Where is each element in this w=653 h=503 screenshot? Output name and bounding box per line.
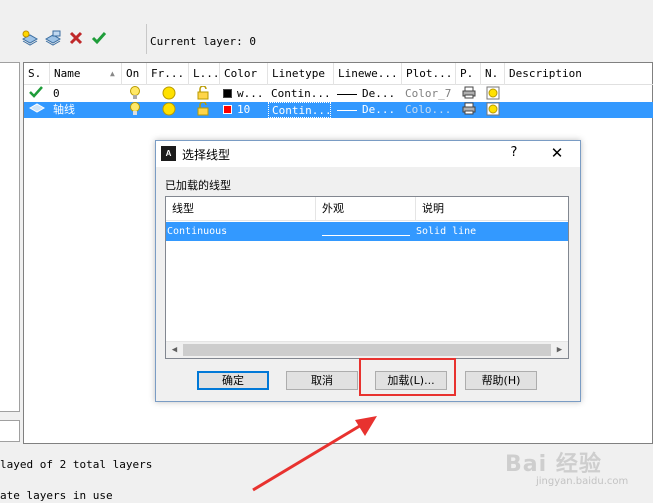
sun-thawed-icon[interactable]	[159, 102, 181, 118]
col-linetype-name[interactable]: 线型	[166, 197, 316, 221]
sun-thawed-icon[interactable]	[159, 86, 181, 102]
layer-color[interactable]: 10	[220, 102, 268, 118]
unlocked-icon[interactable]	[193, 86, 215, 102]
printer-icon[interactable]	[459, 102, 479, 118]
col-plot[interactable]: P.	[456, 63, 481, 85]
layer-icon	[26, 102, 48, 118]
layer-properties-manager: Current layer: 0 S. Name ▲ On Fr... L... …	[0, 0, 653, 503]
col-linetype[interactable]: Linetype	[268, 63, 334, 85]
linetypes-list-header: 线型 外观 说明	[166, 197, 568, 221]
lineweight-line-icon	[337, 109, 357, 111]
col-new-vp-freeze[interactable]: N.	[481, 63, 505, 85]
col-appearance[interactable]: 外观	[316, 197, 416, 221]
delete-layer-icon[interactable]	[66, 28, 86, 48]
color-name: w...	[237, 87, 264, 100]
lineweight-value: De...	[362, 103, 396, 116]
new-layer-icon[interactable]	[20, 28, 40, 48]
layer-name: 轴线	[53, 103, 75, 116]
layer-plot-style: Color_7	[405, 87, 452, 100]
red-pointer-arrow-icon	[252, 416, 377, 492]
help-button[interactable]: 帮助(H)	[465, 371, 537, 390]
vp-sun-icon[interactable]	[483, 102, 503, 118]
col-lock[interactable]: L...	[189, 63, 220, 85]
lineweight-value: De...	[362, 87, 396, 100]
linetype-name: Continuous	[167, 226, 228, 237]
status-line2-text: ate layers in use	[0, 489, 113, 502]
layer-toolbar: Current layer: 0	[0, 22, 653, 58]
vp-sun-icon[interactable]	[483, 86, 503, 102]
load-button-highlight	[359, 358, 456, 396]
autocad-app-icon: A	[161, 146, 176, 161]
linetype-row-selected[interactable]: Continuous Solid line	[166, 222, 568, 241]
col-plot-style[interactable]: Plot...	[402, 63, 456, 85]
layer-lineweight[interactable]: De...	[334, 102, 402, 118]
col-color[interactable]: Color	[220, 63, 268, 85]
baidu-watermark: Bai 经验	[505, 452, 602, 477]
layer-linetype[interactable]: Contin...	[268, 86, 334, 102]
status-layers-displayed: layed of 2 total layers	[0, 458, 153, 471]
loaded-linetypes-list[interactable]: 线型 外观 说明 Continuous Solid line ◀ ▶	[165, 196, 569, 359]
layer-filter-tree[interactable]	[0, 62, 20, 412]
layer-list-header: S. Name ▲ On Fr... L... Color Linetype Li…	[24, 63, 653, 85]
baidu-watermark-url: jingyan.baidu.com	[536, 476, 629, 487]
lightbulb-on-icon[interactable]	[126, 102, 146, 118]
loaded-linetypes-label: 已加载的线型	[165, 179, 231, 192]
scroll-left-icon[interactable]: ◀	[166, 342, 183, 359]
dialog-title: 选择线型	[182, 148, 231, 162]
dialog-titlebar[interactable]: A 选择线型 ? ✕	[156, 141, 580, 167]
color-swatch	[223, 89, 232, 98]
check-icon	[26, 86, 48, 102]
col-description[interactable]: Description	[505, 63, 653, 85]
printer-icon[interactable]	[459, 86, 479, 102]
lineweight-line-icon	[337, 93, 357, 95]
layer-linetype[interactable]: Contin...	[268, 102, 331, 118]
lightbulb-on-icon[interactable]	[126, 86, 146, 102]
layer-plot-style: Colo...	[405, 103, 452, 116]
layer-row[interactable]: 0 w... Contin... De... Color_7	[24, 86, 653, 102]
filter-tree-scrollbar[interactable]	[0, 420, 20, 442]
set-current-icon[interactable]	[89, 28, 109, 48]
col-lineweight[interactable]: Linewe...	[334, 63, 402, 85]
cancel-button[interactable]: 取消	[286, 371, 358, 390]
col-on[interactable]: On	[122, 63, 147, 85]
linetype-description: Solid line	[416, 226, 477, 237]
layer-color[interactable]: w...	[220, 86, 268, 102]
col-name[interactable]: Name ▲	[50, 63, 122, 85]
col-name-label: Name	[54, 67, 81, 80]
current-layer-label: Current layer: 0	[150, 35, 256, 48]
layer-row-selected[interactable]: 轴线 10 Contin... De... Colo...	[24, 102, 653, 118]
scroll-right-icon[interactable]: ▶	[551, 342, 568, 359]
toolbar-separator	[146, 24, 147, 54]
col-freeze[interactable]: Fr...	[147, 63, 189, 85]
col-description[interactable]: 说明	[416, 197, 568, 221]
help-icon[interactable]: ?	[504, 143, 524, 163]
new-layer-vp-frozen-icon[interactable]	[43, 28, 63, 48]
unlocked-icon[interactable]	[193, 102, 215, 118]
col-status[interactable]: S.	[24, 63, 50, 85]
layer-lineweight[interactable]: De...	[334, 86, 402, 102]
color-name: 10	[237, 103, 251, 116]
color-swatch	[223, 105, 232, 114]
scroll-thumb[interactable]	[183, 344, 551, 356]
status-layers-in-use: ate layers in use	[0, 489, 113, 502]
close-icon[interactable]: ✕	[544, 142, 570, 164]
solid-line-preview	[322, 235, 410, 236]
ok-button[interactable]: 确定	[197, 371, 269, 390]
sort-up-icon: ▲	[110, 69, 115, 78]
layer-name: 0	[53, 87, 60, 100]
horizontal-scrollbar[interactable]: ◀ ▶	[166, 341, 568, 358]
